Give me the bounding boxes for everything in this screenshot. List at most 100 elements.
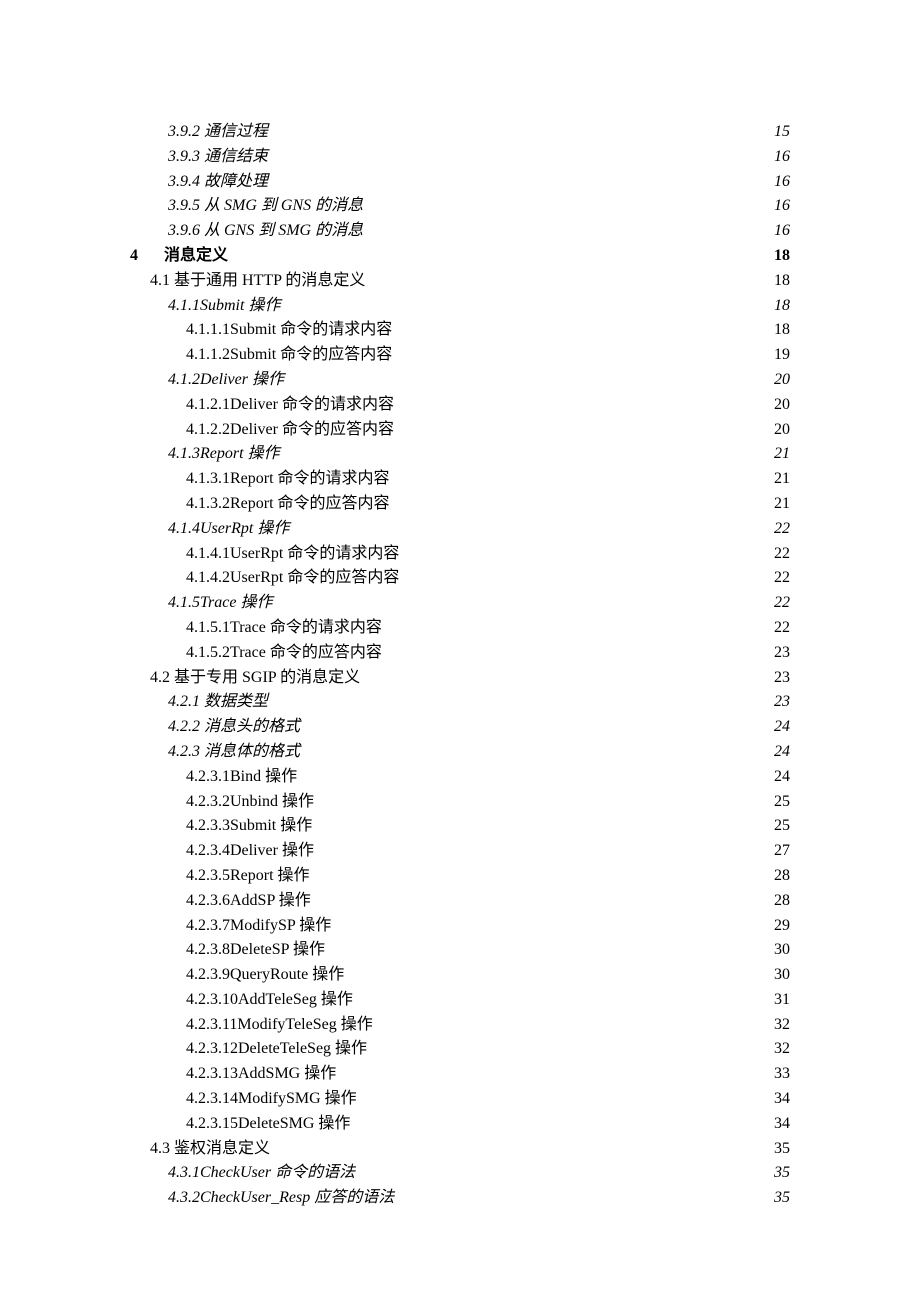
toc-entry-page: 20 bbox=[774, 393, 790, 418]
toc-entry-title: 4.1.1.1Submit 命令的请求内容 bbox=[186, 318, 392, 343]
toc-entry[interactable]: 4.2.3.4Deliver 操作27 bbox=[186, 839, 790, 864]
toc-entry-title: 4.3.2CheckUser_Resp 应答的语法 bbox=[168, 1186, 394, 1211]
toc-entry[interactable]: 3.9.3 通信结束16 bbox=[168, 145, 790, 170]
toc-entry-page: 16 bbox=[774, 219, 790, 244]
toc-entry-title: 4.1.2.1Deliver 命令的请求内容 bbox=[186, 393, 394, 418]
toc-entry[interactable]: 4.1.4UserRpt 操作22 bbox=[168, 517, 790, 542]
toc-entry-title: 4.1.4.2UserRpt 命令的应答内容 bbox=[186, 566, 399, 591]
toc-entry[interactable]: 4.2.3.3Submit 操作 25 bbox=[186, 814, 790, 839]
toc-entry[interactable]: 4.1.2.2Deliver 命令的应答内容 20 bbox=[186, 418, 790, 443]
toc-entry[interactable]: 4.1.4.1UserRpt 命令的请求内容 22 bbox=[186, 542, 790, 567]
toc-entry[interactable]: 4消息定义18 bbox=[130, 244, 790, 269]
toc-entry-page: 34 bbox=[774, 1112, 790, 1137]
toc-entry[interactable]: 4.3.2CheckUser_Resp 应答的语法35 bbox=[168, 1186, 790, 1211]
toc-entry-page: 15 bbox=[774, 120, 790, 145]
toc-entry[interactable]: 4.2.3.12DeleteTeleSeg 操作32 bbox=[186, 1037, 790, 1062]
toc-entry-page: 22 bbox=[774, 566, 790, 591]
toc-entry-page: 33 bbox=[774, 1062, 790, 1087]
toc-entry-title: 4.2.3.8DeleteSP 操作 bbox=[186, 938, 325, 963]
toc-entry[interactable]: 4.2.3.6AddSP 操作 28 bbox=[186, 889, 790, 914]
toc-entry-title: 4.1.1.2Submit 命令的应答内容 bbox=[186, 343, 392, 368]
toc-entry[interactable]: 4.2.3.8DeleteSP 操作30 bbox=[186, 938, 790, 963]
toc-entry-page: 16 bbox=[774, 170, 790, 195]
toc-entry[interactable]: 3.9.2 通信过程 15 bbox=[168, 120, 790, 145]
toc-entry[interactable]: 4.1.1.2Submit 命令的应答内容 19 bbox=[186, 343, 790, 368]
toc-entry[interactable]: 4.2.3.2Unbind 操作 25 bbox=[186, 790, 790, 815]
toc-entry-title: 4.2.3.10AddTeleSeg 操作 bbox=[186, 988, 353, 1013]
toc-entry[interactable]: 4.3 鉴权消息定义35 bbox=[150, 1137, 790, 1162]
toc-entry[interactable]: 4.1.5Trace 操作22 bbox=[168, 591, 790, 616]
toc-entry[interactable]: 4.2.3.14ModifySMG 操作34 bbox=[186, 1087, 790, 1112]
toc-entry-page: 24 bbox=[774, 715, 790, 740]
toc-entry-page: 20 bbox=[774, 418, 790, 443]
toc-entry-title: 4.1.3.1Report 命令的请求内容 bbox=[186, 467, 390, 492]
toc-entry-title: 4.2.3.2Unbind 操作 bbox=[186, 790, 314, 815]
toc-entry-title: 4.2.3.4Deliver 操作 bbox=[186, 839, 314, 864]
toc-entry-title: 4.1.2Deliver 操作 bbox=[168, 368, 284, 393]
toc-entry-page: 21 bbox=[774, 442, 790, 467]
toc-entry-page: 30 bbox=[774, 963, 790, 988]
toc-entry-page: 23 bbox=[774, 666, 790, 691]
toc-entry-title: 4.1.2.2Deliver 命令的应答内容 bbox=[186, 418, 394, 443]
toc-entry[interactable]: 4.1.3Report 操作 21 bbox=[168, 442, 790, 467]
toc-entry-title: 4.2.3.14ModifySMG 操作 bbox=[186, 1087, 357, 1112]
toc-entry-page: 25 bbox=[774, 814, 790, 839]
toc-entry-title: 4.2.3.12DeleteTeleSeg 操作 bbox=[186, 1037, 367, 1062]
toc-entry-title: 4.1.1Submit 操作 bbox=[168, 294, 280, 319]
toc-entry-title: 4.3.1CheckUser 命令的语法 bbox=[168, 1161, 355, 1186]
toc-entry-page: 21 bbox=[774, 467, 790, 492]
toc-entry-title: 4.1.3Report 操作 bbox=[168, 442, 280, 467]
toc-entry[interactable]: 4.1.5.1Trace 命令的请求内容 22 bbox=[186, 616, 790, 641]
toc-entry-page: 22 bbox=[774, 616, 790, 641]
toc-entry[interactable]: 4.1.2.1Deliver 命令的请求内容 20 bbox=[186, 393, 790, 418]
toc-entry[interactable]: 3.9.5 从 SMG 到 GNS 的消息16 bbox=[168, 194, 790, 219]
toc-entry-page: 22 bbox=[774, 542, 790, 567]
toc-entry[interactable]: 4.2.3.1Bind 操作24 bbox=[186, 765, 790, 790]
toc-entry[interactable]: 4.2.3.15DeleteSMG 操作 34 bbox=[186, 1112, 790, 1137]
toc-entry-title: 4.2.3.7ModifySP 操作 bbox=[186, 914, 331, 939]
toc-entry-title: 4.2.3.3Submit 操作 bbox=[186, 814, 312, 839]
toc-entry[interactable]: 4.1.1.1Submit 命令的请求内容18 bbox=[186, 318, 790, 343]
toc-entry-title: 3.9.4 故障处理 bbox=[168, 170, 268, 195]
toc-entry[interactable]: 4.2.1 数据类型23 bbox=[168, 690, 790, 715]
toc-entry-title: 4.1.5.1Trace 命令的请求内容 bbox=[186, 616, 382, 641]
toc-entry-page: 28 bbox=[774, 864, 790, 889]
toc-entry[interactable]: 4.1.3.2Report 命令的应答内容21 bbox=[186, 492, 790, 517]
toc-entry[interactable]: 4.1.5.2Trace 命令的应答内容23 bbox=[186, 641, 790, 666]
toc-entry[interactable]: 4.2.3.7ModifySP 操作 29 bbox=[186, 914, 790, 939]
toc-entry-page: 18 bbox=[774, 269, 790, 294]
toc-entry[interactable]: 4.1.4.2UserRpt 命令的应答内容 22 bbox=[186, 566, 790, 591]
toc-entry-title: 3.9.6 从 GNS 到 SMG 的消息 bbox=[168, 219, 363, 244]
toc-entry-page: 28 bbox=[774, 889, 790, 914]
toc-entry[interactable]: 4.3.1CheckUser 命令的语法35 bbox=[168, 1161, 790, 1186]
toc-entry-page: 18 bbox=[774, 294, 790, 319]
toc-entry[interactable]: 4.2.3 消息体的格式24 bbox=[168, 740, 790, 765]
toc-entry[interactable]: 4.2.3.11ModifyTeleSeg 操作32 bbox=[186, 1013, 790, 1038]
toc-chapter-number: 4 bbox=[130, 244, 164, 269]
toc-entry[interactable]: 4.1.3.1Report 命令的请求内容 21 bbox=[186, 467, 790, 492]
toc-entry[interactable]: 4.1 基于通用 HTTP 的消息定义18 bbox=[150, 269, 790, 294]
toc-entry[interactable]: 4.1.2Deliver 操作20 bbox=[168, 368, 790, 393]
toc-entry-page: 25 bbox=[774, 790, 790, 815]
toc-entry-title: 4.2.1 数据类型 bbox=[168, 690, 268, 715]
toc-entry-title: 4.2.3.15DeleteSMG 操作 bbox=[186, 1112, 350, 1137]
toc-entry-title: 4.2 基于专用 SGIP 的消息定义 bbox=[150, 666, 360, 691]
toc-entry-title: 4.2.3.6AddSP 操作 bbox=[186, 889, 311, 914]
toc-entry[interactable]: 3.9.4 故障处理 16 bbox=[168, 170, 790, 195]
toc-entry[interactable]: 4.2.3.9QueryRoute 操作30 bbox=[186, 963, 790, 988]
toc-entry-title: 4.2.3.5Report 操作 bbox=[186, 864, 310, 889]
toc-entry[interactable]: 4.2.3.5Report 操作 28 bbox=[186, 864, 790, 889]
toc-entry-page: 19 bbox=[774, 343, 790, 368]
toc-entry[interactable]: 4.2.3.10AddTeleSeg 操作31 bbox=[186, 988, 790, 1013]
toc-entry[interactable]: 4.1.1Submit 操作 18 bbox=[168, 294, 790, 319]
toc-entry[interactable]: 4.2.2 消息头的格式24 bbox=[168, 715, 790, 740]
toc-entry[interactable]: 3.9.6 从 GNS 到 SMG 的消息 16 bbox=[168, 219, 790, 244]
toc-entry-title: 3.9.2 通信过程 bbox=[168, 120, 268, 145]
toc-entry-title: 4消息定义 bbox=[130, 244, 228, 269]
toc-entry-title: 4.1.4.1UserRpt 命令的请求内容 bbox=[186, 542, 399, 567]
toc-entry-page: 32 bbox=[774, 1013, 790, 1038]
toc-entry[interactable]: 4.2.3.13AddSMG 操作33 bbox=[186, 1062, 790, 1087]
toc-entry-page: 29 bbox=[774, 914, 790, 939]
toc-entry[interactable]: 4.2 基于专用 SGIP 的消息定义 23 bbox=[150, 666, 790, 691]
toc-entry-page: 23 bbox=[774, 641, 790, 666]
